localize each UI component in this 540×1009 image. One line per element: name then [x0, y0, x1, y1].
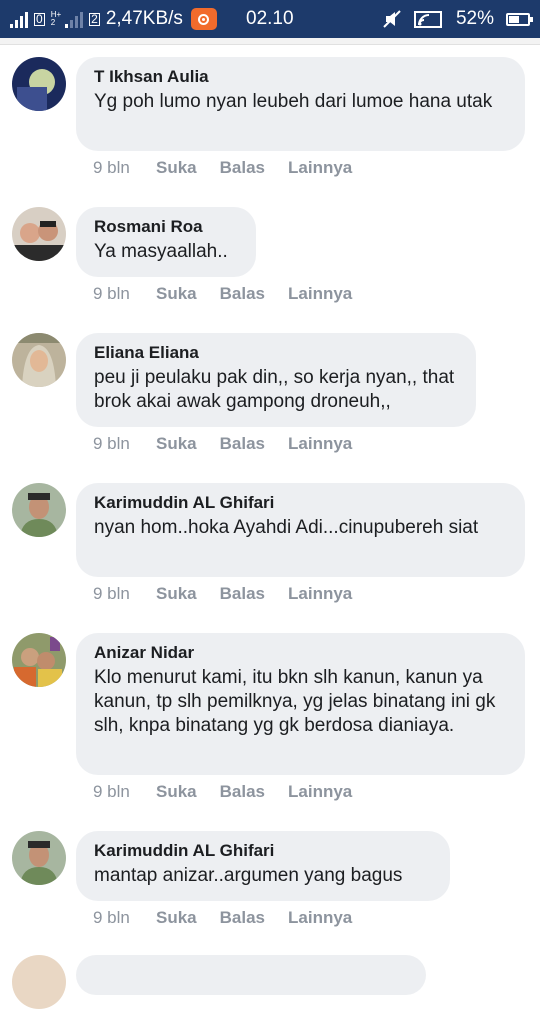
comment-actions: 9 bln Suka Balas Lainnya — [93, 157, 375, 179]
comment-bubble[interactable]: T Ikhsan Aulia Yg poh lumo nyan leubeh d… — [76, 57, 525, 151]
comment-text: Klo menurut kami, itu bkn slh kanun, kan… — [94, 667, 496, 736]
avatar[interactable] — [12, 207, 66, 261]
comment-author[interactable]: Rosmani Roa — [94, 216, 238, 238]
comment-actions: 9 bln Suka Balas Lainnya — [93, 907, 375, 929]
comment-text: nyan hom..hoka Ayahdi Adi...cinupubereh … — [94, 517, 479, 538]
more-button[interactable]: Lainnya — [288, 583, 352, 605]
comment-actions: 9 bln Suka Balas Lainnya — [93, 283, 375, 305]
comment-bubble[interactable]: Eliana Eliana peu ji peulaku pak din,, s… — [76, 333, 476, 427]
comment-time[interactable]: 9 bln — [93, 283, 156, 305]
status-bar: 0 H+ 2 2 2,47KB/s 02.10 52% — [0, 0, 540, 38]
reply-button[interactable]: Balas — [220, 433, 265, 455]
comment-actions: 9 bln Suka Balas Lainnya — [93, 781, 375, 803]
comment-time[interactable]: 9 bln — [93, 433, 156, 455]
comment-text: Ya masyaallah.. — [94, 241, 228, 262]
reply-button[interactable]: Balas — [220, 283, 265, 305]
like-button[interactable]: Suka — [156, 583, 197, 605]
status-right: 52% — [382, 0, 533, 38]
network-speed: 2,47KB/s — [105, 8, 183, 29]
status-left: 0 H+ 2 2 2,47KB/s — [10, 0, 217, 38]
comment-author[interactable]: T Ikhsan Aulia — [94, 66, 507, 88]
comment-time[interactable]: 9 bln — [93, 781, 156, 803]
more-button[interactable]: Lainnya — [288, 433, 352, 455]
comment-bubble[interactable]: Karimuddin AL Ghifari nyan hom..hoka Aya… — [76, 483, 525, 577]
comment-actions: 9 bln Suka Balas Lainnya — [93, 433, 375, 455]
header-divider — [0, 38, 540, 45]
reply-button[interactable]: Balas — [220, 907, 265, 929]
comment-bubble[interactable]: Anizar Nidar Klo menurut kami, itu bkn s… — [76, 633, 525, 775]
comment-time[interactable]: 9 bln — [93, 157, 156, 179]
battery-icon — [506, 12, 533, 26]
comment-actions: 9 bln Suka Balas Lainnya — [93, 583, 375, 605]
avatar[interactable] — [12, 633, 66, 687]
reply-button[interactable]: Balas — [220, 781, 265, 803]
more-button[interactable]: Lainnya — [288, 907, 352, 929]
mute-icon — [383, 10, 401, 28]
comment-author[interactable]: Eliana Eliana — [94, 342, 458, 364]
sim-slot2-icon: 2 — [89, 11, 100, 26]
like-button[interactable]: Suka — [156, 781, 197, 803]
comment-text: mantap anizar..argumen yang bagus — [94, 865, 403, 886]
comment-text: Yg poh lumo nyan leubeh dari lumoe hana … — [94, 91, 493, 112]
like-button[interactable]: Suka — [156, 907, 197, 929]
more-button[interactable]: Lainnya — [288, 157, 352, 179]
comment-author[interactable]: Anizar Nidar — [94, 642, 507, 664]
clock: 02.10 — [246, 8, 294, 29]
comment-author[interactable]: Karimuddin AL Ghifari — [94, 840, 432, 862]
like-button[interactable]: Suka — [156, 283, 197, 305]
battery-percent: 52% — [455, 8, 494, 29]
comment-text: peu ji peulaku pak din,, so kerja nyan,,… — [94, 367, 455, 412]
avatar[interactable] — [12, 57, 66, 111]
second-signal-icon — [65, 10, 84, 28]
network-type-icon: H+ 2 — [50, 10, 62, 27]
avatar[interactable] — [12, 483, 66, 537]
wifi-icon — [413, 11, 442, 28]
reply-button[interactable]: Balas — [220, 157, 265, 179]
screen-record-icon — [190, 8, 217, 30]
signal-strength-icon — [10, 10, 28, 28]
avatar[interactable] — [12, 333, 66, 387]
more-button[interactable]: Lainnya — [288, 283, 352, 305]
more-button[interactable]: Lainnya — [288, 781, 352, 803]
comment-time[interactable]: 9 bln — [93, 907, 156, 929]
like-button[interactable]: Suka — [156, 157, 197, 179]
comment-time[interactable]: 9 bln — [93, 583, 156, 605]
comment-bubble[interactable]: Rosmani Roa Ya masyaallah.. — [76, 207, 256, 277]
avatar[interactable] — [12, 831, 66, 885]
sim-slot-icon: 0 — [34, 11, 45, 26]
reply-button[interactable]: Balas — [220, 583, 265, 605]
comment-author[interactable]: Karimuddin AL Ghifari — [94, 492, 507, 514]
like-button[interactable]: Suka — [156, 433, 197, 455]
avatar[interactable] — [12, 955, 66, 1009]
comment-bubble[interactable] — [76, 955, 426, 995]
comment-bubble[interactable]: Karimuddin AL Ghifari mantap anizar..arg… — [76, 831, 450, 901]
